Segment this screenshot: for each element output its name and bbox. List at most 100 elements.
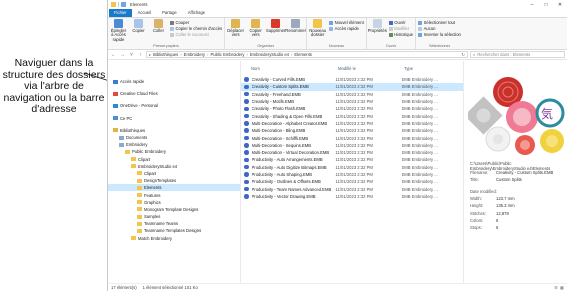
easy-access-button[interactable]: Accès rapide — [329, 26, 364, 31]
nav-item-public-embroidery[interactable]: Public Embroidery — [108, 148, 240, 155]
search-placeholder: Rechercher dans : Elements — [477, 52, 531, 57]
tab-partage[interactable]: Partage — [157, 9, 182, 17]
nav-item-embroiderystudio[interactable]: EmbroideryStudio e4 — [108, 163, 240, 170]
file-row[interactable]: Multi-Decoration - Virtual Decoration.EM… — [241, 149, 463, 156]
select-none-button[interactable]: Aucun — [418, 26, 461, 31]
nav-item-teamname-teams[interactable]: Teamname Teams — [108, 220, 240, 227]
file-row[interactable]: Creativity - Shading & Open Fills.EMB 11/… — [241, 112, 463, 119]
file-row[interactable]: Multi-Decoration - Alphabet Creator.EMB 1… — [241, 120, 463, 127]
file-row[interactable]: Productivity - Auto Digitize Bitmaps.EMB… — [241, 164, 463, 171]
tab-affichage[interactable]: Affichage — [183, 9, 210, 17]
title-separator — [118, 2, 119, 7]
nav-item-graphics[interactable]: Graphics — [108, 199, 240, 206]
file-row[interactable]: Productivity - Auto Shaping.EMB 11/01/202… — [241, 171, 463, 178]
nav-item-elements[interactable]: Elements — [108, 184, 240, 192]
file-row[interactable]: Creativity - Motifs.EMB 11/01/2023 2:32 P… — [241, 98, 463, 105]
up-arrow-icon[interactable]: ↑ — [137, 52, 144, 58]
details-view-icon[interactable]: ☰ — [554, 285, 558, 290]
nav-item-match-embroidery[interactable]: Match Embroidery — [108, 235, 240, 242]
breadcrumb-separator[interactable]: › — [291, 52, 292, 57]
file-row[interactable]: Multi-Decoration - Schiffli.EMB 11/01/202… — [241, 134, 463, 141]
nav-item-creative-cloud[interactable]: Creative Cloud Files — [108, 90, 240, 97]
file-row[interactable]: Creativity - Photo Flash.EMB 11/01/2023 2… — [241, 105, 463, 112]
nav-item-quick-access[interactable]: Accès rapide — [108, 78, 240, 85]
paste-shortcut-button[interactable]: Coller le raccourci — [170, 32, 222, 37]
tab-accueil[interactable]: Accueil — [133, 9, 157, 17]
open-button[interactable]: Ouvrir — [388, 20, 413, 25]
column-header-type[interactable]: Type — [401, 66, 451, 71]
column-header-name[interactable]: Nom — [241, 66, 335, 71]
copy-path-button[interactable]: Copier le chemin d'accès — [170, 26, 222, 31]
file-row[interactable]: Creativity - Freehand.EMB 11/01/2023 2:32… — [241, 91, 463, 98]
prop-stitches: Stitches: 12,878 — [470, 210, 509, 216]
file-row[interactable]: Multi-Decoration - Bling.EMB 11/01/2023 2… — [241, 127, 463, 134]
emb-file-icon — [244, 77, 249, 82]
folder-icon — [137, 221, 142, 226]
invert-selection-button[interactable]: Inverser la sélection — [418, 32, 461, 37]
folder-icon — [137, 185, 142, 190]
maximize-button[interactable]: □ — [539, 2, 553, 8]
rename-icon — [291, 19, 301, 28]
delete-button[interactable]: Supprimer — [266, 19, 285, 43]
paste-button[interactable]: Coller — [150, 19, 167, 43]
nav-item-this-pc[interactable]: Ce PC — [108, 115, 240, 122]
breadcrumb-libraries[interactable]: Bibliothèques — [153, 52, 178, 57]
nav-item-samples[interactable]: Samples — [108, 213, 240, 220]
quick-access-toolbar-icon[interactable] — [121, 2, 126, 7]
forward-arrow-icon[interactable]: → — [119, 52, 126, 58]
new-folder-button[interactable]: Nouveau dossier — [309, 19, 326, 43]
nav-item-monogram[interactable]: Monogram Template Designs — [108, 206, 240, 213]
nav-item-libraries[interactable]: Bibliothèques — [108, 127, 240, 134]
file-row[interactable]: Creativity - Curved Fills.EMB 11/01/2023 … — [241, 76, 463, 83]
cut-button[interactable]: Couper — [170, 20, 222, 25]
breadcrumb-elements[interactable]: Elements — [294, 52, 311, 57]
copy-button[interactable]: Copier — [130, 19, 147, 43]
breadcrumb-separator[interactable]: › — [246, 52, 247, 57]
tab-fichier[interactable]: Fichier — [109, 9, 132, 17]
breadcrumb-separator[interactable]: › — [207, 52, 208, 57]
cloud-icon — [113, 103, 118, 108]
folder-icon — [137, 228, 142, 233]
refresh-icon[interactable]: ↻ — [461, 52, 467, 57]
nav-item-teamname-templates[interactable]: Teamname Templates Designs — [108, 227, 240, 234]
close-button[interactable]: ✕ — [553, 2, 567, 8]
breadcrumb-embroiderystudio[interactable]: EmbroideryStudio e4 — [250, 52, 289, 57]
nav-item-clipart-sub[interactable]: Clipart — [108, 170, 240, 177]
nav-item-clipart[interactable]: Clipart — [108, 156, 240, 163]
address-bar[interactable]: ▸ Bibliothèques › Embroidery › Public Em… — [146, 51, 468, 58]
select-all-button[interactable]: Sélectionner tout — [418, 20, 461, 25]
file-row[interactable]: Productivity - Outlines & Offsets.EMB 11/… — [241, 178, 463, 185]
new-item-icon — [329, 20, 334, 25]
breadcrumb-public-embroidery[interactable]: Public Embroidery — [211, 52, 245, 57]
nav-item-embroidery[interactable]: Embroidery — [108, 141, 240, 148]
search-box[interactable]: ⌕ Rechercher dans : Elements — [470, 51, 565, 58]
star-icon — [113, 79, 118, 84]
breadcrumb-embroidery[interactable]: Embroidery — [184, 52, 205, 57]
history-button[interactable]: Historique — [388, 32, 413, 37]
back-arrow-icon[interactable]: ← — [110, 52, 117, 58]
new-item-button[interactable]: Nouvel élément — [329, 20, 364, 25]
rename-button[interactable]: Renommer — [285, 19, 306, 43]
nav-item-documents[interactable]: Documents — [108, 134, 240, 141]
column-header-date[interactable]: Modifié le — [335, 66, 401, 71]
folder-icon — [131, 164, 136, 169]
file-row[interactable]: Multi-Decoration - Sequins.EMB 11/01/2023… — [241, 142, 463, 149]
pin-icon — [114, 19, 123, 28]
copy-to-button[interactable]: Copier vers — [247, 19, 264, 43]
file-row[interactable]: Productivity - Vector Drawing.EMB 11/01/2… — [241, 193, 463, 200]
breadcrumb-separator[interactable]: › — [180, 52, 181, 57]
edit-button[interactable]: Modifier — [388, 26, 413, 31]
pin-quick-access-button[interactable]: Épingler à Accès rapide — [110, 19, 127, 43]
properties-button[interactable]: Propriétés — [368, 19, 387, 43]
file-row[interactable]: Productivity - Auto Arrangements.EMB 11/0… — [241, 156, 463, 163]
nav-item-features[interactable]: Features — [108, 191, 240, 198]
nav-item-onedrive[interactable]: OneDrive - Personal — [108, 102, 240, 109]
file-row-selected[interactable]: Creativity - Custom Splits.EMB 11/01/2023… — [241, 83, 463, 91]
large-icons-view-icon[interactable]: ▦ — [560, 285, 564, 290]
minimize-button[interactable]: – — [525, 2, 539, 8]
nav-item-designtemplates[interactable]: DesignTemplates — [108, 177, 240, 184]
move-to-button[interactable]: Déplacer vers — [227, 19, 244, 43]
emb-file-icon — [244, 179, 249, 185]
recent-locations-chevron-icon[interactable]: ˅ — [128, 52, 135, 58]
file-row[interactable]: Productivity - Team Names Advanced.EMB 11… — [241, 185, 463, 192]
